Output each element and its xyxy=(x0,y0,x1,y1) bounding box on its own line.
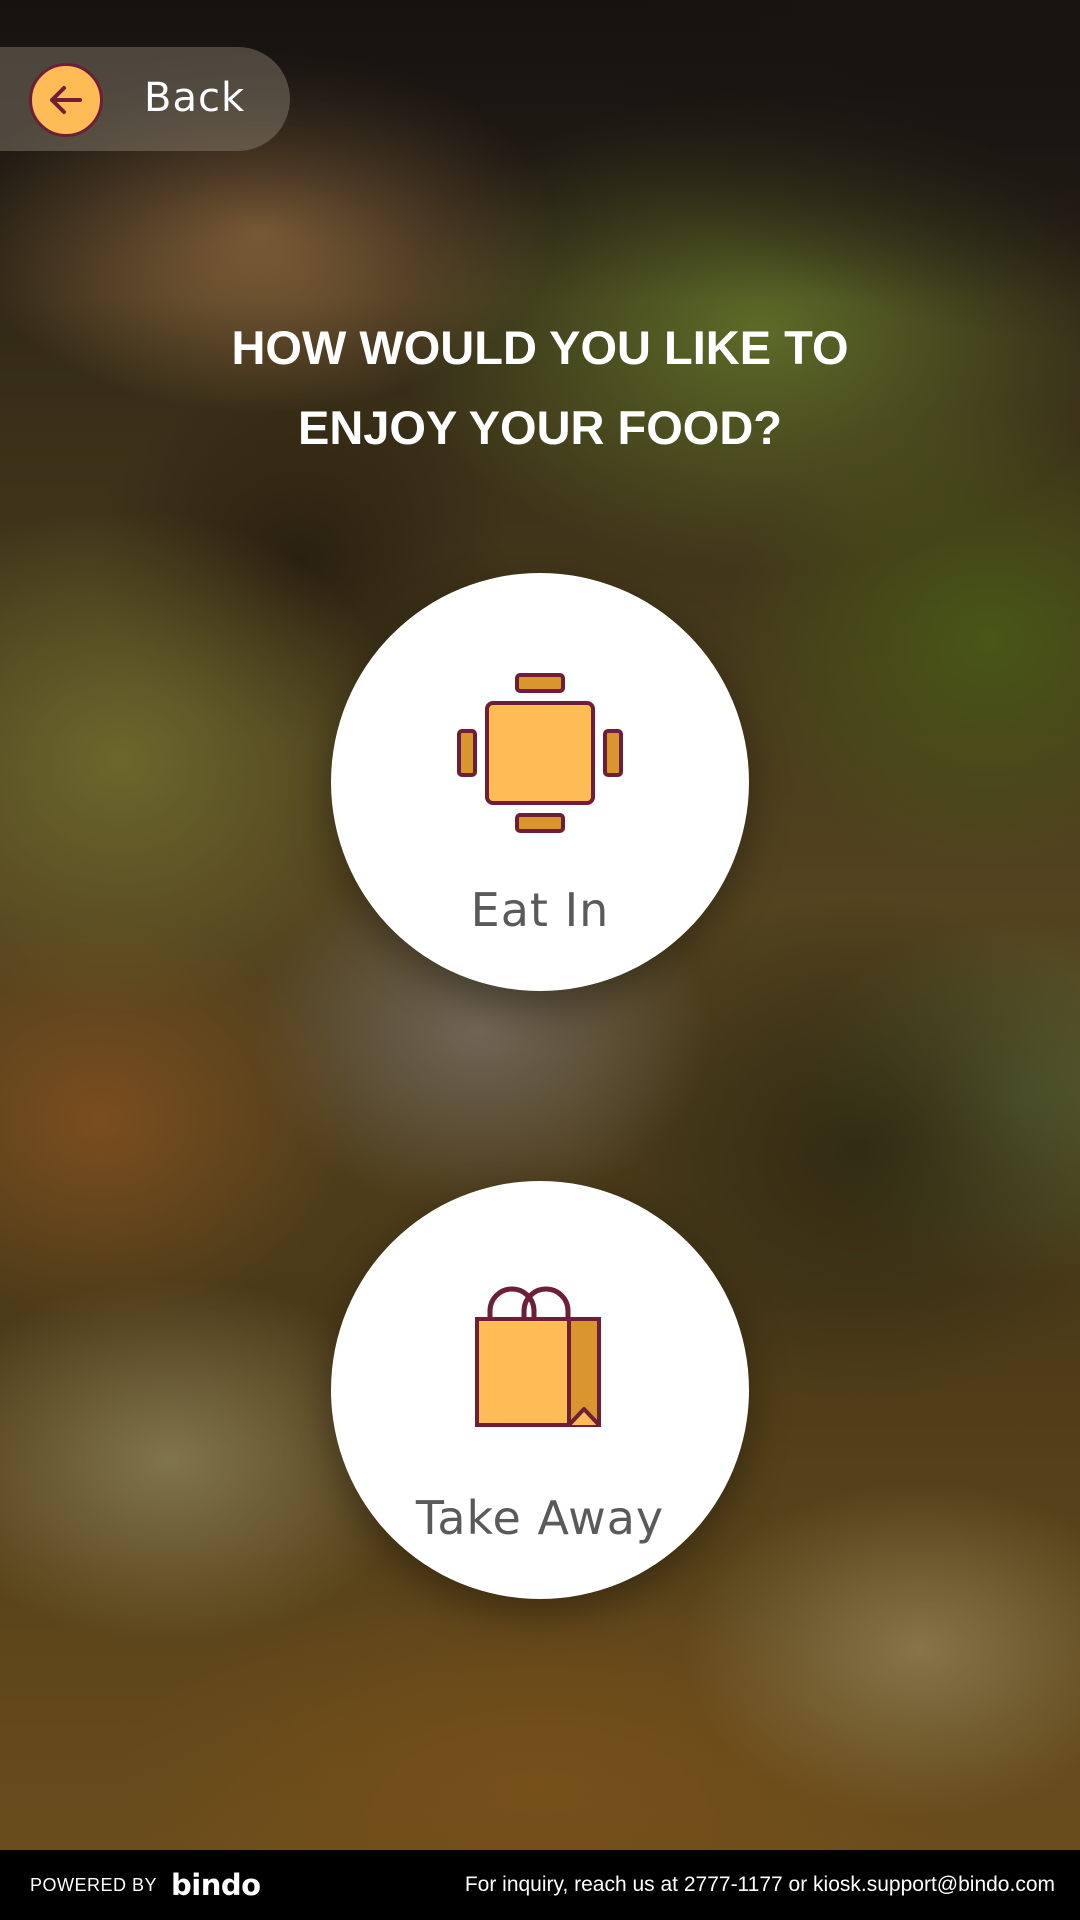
inquiry-text: For inquiry, reach us at 2777-1177 or ki… xyxy=(464,1873,1055,1896)
eat-in-label: Eat In xyxy=(470,883,610,937)
arrow-left-icon xyxy=(29,63,103,137)
powered-by-block: POWERED BY bindo xyxy=(30,1868,261,1902)
bindo-logo: bindo xyxy=(171,1868,261,1902)
footer-bar: POWERED BY bindo For inquiry, reach us a… xyxy=(0,1850,1080,1920)
dining-table-icon xyxy=(455,673,625,843)
take-away-option[interactable]: Take Away xyxy=(331,1181,749,1599)
eat-in-option[interactable]: Eat In xyxy=(331,573,749,991)
shopping-bag-icon xyxy=(455,1281,625,1451)
powered-by-text: POWERED BY xyxy=(30,1874,158,1895)
take-away-label: Take Away xyxy=(415,1491,665,1545)
back-label: Back xyxy=(144,75,246,121)
page-title: HOW WOULD YOU LIKE TO ENJOY YOUR FOOD? xyxy=(140,308,940,468)
title-line-2: ENJOY YOUR FOOD? xyxy=(297,401,783,454)
back-button[interactable]: Back xyxy=(0,47,290,151)
title-line-1: HOW WOULD YOU LIKE TO xyxy=(231,321,849,374)
